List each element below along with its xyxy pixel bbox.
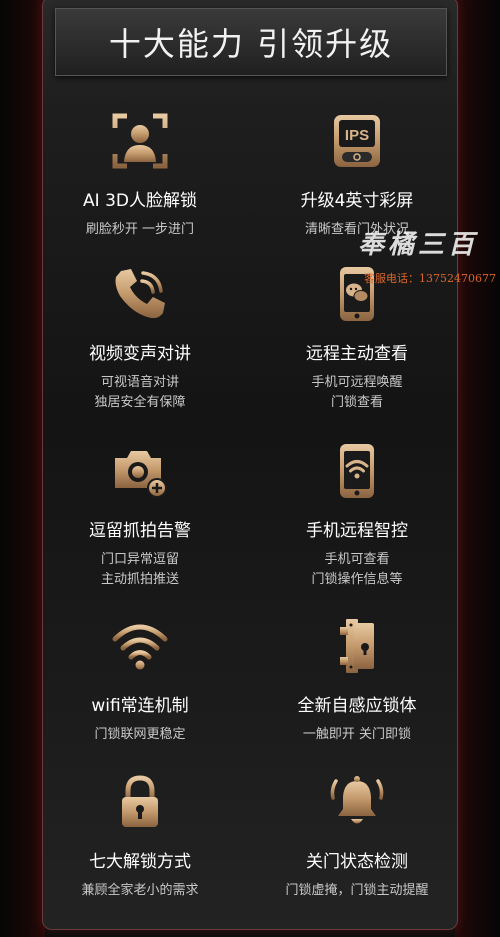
feature-desc: 一触即开 关门即锁 [302,727,412,742]
feature-title: 逗留抓拍告警 [89,521,191,541]
right-background-edge [455,0,500,937]
feature-title: 关门状态检测 [306,852,408,872]
feature-desc: 门口异常逗留 [100,552,179,567]
feature-desc: 兼顾全家老小的需求 [81,883,199,898]
svg-text:IPS: IPS [345,127,369,144]
phone-wifi-icon [328,442,386,500]
phone-call-icon [111,265,169,323]
watermark-phone: 客服电话：13752470677 [364,272,496,285]
title-banner: 十大能力 引领升级 [55,8,447,76]
feature-desc: 刷脸秒开 一步进门 [85,222,195,237]
feature-wifi-connection: wifi常连机制 门锁联网更稳定 [40,617,240,745]
left-background-edge [0,0,45,937]
feature-door-status-detection: 关门状态检测 门锁虚掩，门锁主动提醒 [257,773,457,901]
padlock-icon [111,773,169,831]
feature-seven-unlock-methods: 七大解锁方式 兼顾全家老小的需求 [40,773,240,901]
page-title: 十大能力 引领升级 [108,25,394,63]
feature-title: 全新自感应锁体 [297,696,417,716]
face-scan-icon [111,112,169,170]
feature-video-intercom: 视频变声对讲 可视语音对讲 独居安全有保障 [40,265,240,413]
feature-snapshot-alert: 逗留抓拍告警 门口异常逗留 主动抓拍推送 [40,442,240,590]
feature-desc: 手机可查看 [324,552,390,567]
watermark-brand: 奉橘三百 [358,230,479,260]
feature-title: 远程主动查看 [306,344,408,364]
feature-remote-control: 手机远程智控 手机可查看 门锁操作信息等 [257,442,457,590]
wifi-icon [111,617,169,675]
feature-color-screen: IPS 升级4英寸彩屏 清晰查看门外状况 [257,112,457,240]
camera-plus-icon [111,442,169,500]
feature-face-unlock: AI 3D人脸解锁 刷脸秒开 一步进门 [40,112,240,240]
feature-desc: 门锁操作信息等 [311,572,403,587]
feature-auto-lock-body: 全新自感应锁体 一触即开 关门即锁 [257,617,457,745]
feature-desc: 独居安全有保障 [94,395,186,410]
feature-desc: 门锁查看 [330,395,383,410]
feature-title: 视频变声对讲 [89,344,191,364]
feature-desc: 可视语音对讲 [100,375,179,390]
feature-title: wifi常连机制 [91,696,189,716]
feature-desc: 主动抓拍推送 [100,572,179,587]
lock-body-icon [328,617,386,675]
feature-title: 七大解锁方式 [89,852,191,872]
feature-desc: 手机可远程唤醒 [311,375,403,390]
feature-title: 手机远程智控 [306,521,408,541]
ips-screen-icon: IPS [328,112,386,170]
feature-remote-view: 远程主动查看 手机可远程唤醒 门锁查看 [257,265,457,413]
feature-desc: 门锁联网更稳定 [94,727,186,742]
feature-desc: 门锁虚掩，门锁主动提醒 [285,883,429,898]
bell-alarm-icon [328,773,386,831]
feature-title: AI 3D人脸解锁 [83,191,197,211]
feature-title: 升级4英寸彩屏 [300,191,414,211]
